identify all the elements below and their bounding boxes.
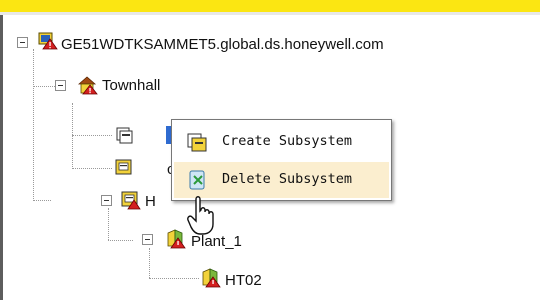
child-three-collapse-toggle[interactable] [101, 195, 112, 206]
tree-connector [149, 278, 199, 279]
tree-connector [72, 168, 112, 169]
tree-connector [72, 103, 73, 169]
tree-connector [149, 248, 150, 278]
controller-alarm-icon [115, 159, 132, 175]
plant-alarm-icon [202, 268, 221, 288]
hand-pointer-cursor-icon [187, 196, 214, 235]
context-menu: Create Subsystem Delete Subsystem [171, 119, 392, 201]
plant-alarm-icon [167, 229, 186, 249]
tree-connector [108, 208, 109, 240]
top-accent-bar [0, 0, 540, 12]
tree-connector [72, 135, 112, 136]
create-subsystem-icon [187, 133, 207, 152]
tree-connector [33, 86, 55, 87]
menu-item-label: Delete Subsystem [222, 171, 353, 187]
tree-connector [33, 200, 51, 201]
controller-alarm-icon [121, 191, 141, 210]
house-alarm-icon [78, 76, 98, 95]
tree-connector [33, 49, 34, 201]
plant-collapse-toggle[interactable] [142, 234, 153, 245]
townhall-collapse-toggle[interactable] [55, 80, 66, 91]
menu-item-label: Create Subsystem [222, 133, 353, 149]
tree-node-ht02-label[interactable]: HT02 [225, 272, 262, 290]
root-collapse-toggle[interactable] [17, 37, 28, 48]
server-alarm-icon [38, 32, 58, 50]
tree-node-child-three-label[interactable]: H [145, 193, 156, 211]
tree-node-townhall-label[interactable]: Townhall [102, 77, 160, 95]
menu-item-delete-subsystem[interactable]: Delete Subsystem [174, 162, 389, 198]
menu-item-create-subsystem[interactable]: Create Subsystem [174, 124, 389, 160]
tree-connector [108, 240, 133, 241]
tree-node-root-label[interactable]: GE51WDTKSAMMET5.global.ds.honeywell.com [61, 36, 384, 54]
subsystem-folder-icon [116, 127, 133, 144]
delete-subsystem-icon [189, 170, 205, 190]
